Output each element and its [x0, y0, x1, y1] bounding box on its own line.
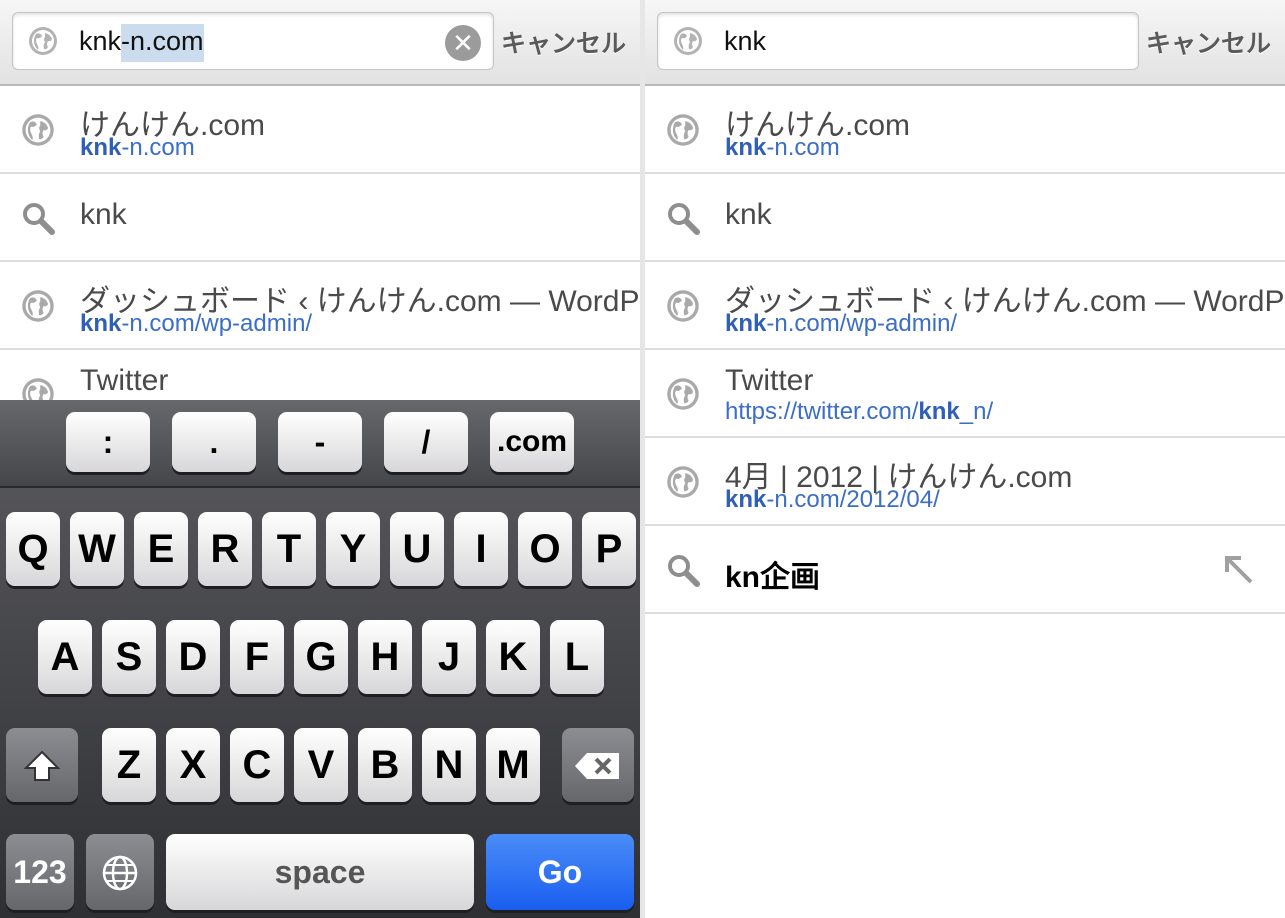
key-shortcut[interactable]: : — [66, 412, 150, 472]
right-screen: knk キャンセル けんけん.com knk-n.com knk ダッシュボード ‹ … — [645, 0, 1285, 918]
key-letter[interactable]: R — [198, 512, 252, 586]
key-letter[interactable]: Q — [6, 512, 60, 586]
key-letter[interactable]: J — [422, 620, 476, 694]
globe-icon — [665, 464, 701, 500]
suggestion-url: https://twitter.com/knk_n/ — [725, 398, 994, 425]
key-shortcut[interactable]: - — [278, 412, 362, 472]
suggestion-title: kn企画 — [725, 561, 821, 594]
space-key[interactable]: space — [166, 834, 474, 910]
key-letter[interactable]: G — [294, 620, 348, 694]
suggestion-title: knk — [80, 198, 127, 231]
suggestion-row[interactable]: 4月 | 2012 | けんけん.comknk-n.com/2012/04/ — [645, 438, 1285, 526]
key-letter[interactable]: H — [358, 620, 412, 694]
go-button[interactable]: Go — [486, 834, 634, 910]
key-letter[interactable]: Z — [102, 728, 156, 802]
key-letter[interactable]: Y — [326, 512, 380, 586]
key-letter[interactable]: A — [38, 620, 92, 694]
key-letter[interactable]: X — [166, 728, 220, 802]
suggestion-row[interactable]: knk — [0, 174, 640, 262]
shift-key[interactable] — [6, 728, 78, 802]
suggestion-row[interactable]: ダッシュボード ‹ けんけん.com — WordPress knk-n.com/… — [0, 262, 640, 350]
cancel-button[interactable]: キャンセル — [1146, 24, 1271, 60]
key-letter[interactable]: U — [390, 512, 444, 586]
key-letter[interactable]: T — [262, 512, 316, 586]
cancel-button[interactable]: キャンセル — [501, 24, 626, 60]
globe-icon — [20, 112, 56, 148]
search-bar: knk-n.com ✕ キャンセル — [0, 0, 640, 86]
suggestion-title: knk — [725, 198, 772, 231]
globe-icon — [665, 376, 701, 412]
suggestion-row[interactable]: knk — [645, 174, 1285, 262]
search-icon — [665, 552, 701, 588]
key-letter[interactable]: I — [454, 512, 508, 586]
suggestion-list: けんけん.com knk-n.com knk ダッシュボード ‹ けんけん.com —… — [645, 86, 1285, 614]
globe-icon — [674, 27, 702, 55]
suggestion-row[interactable]: けんけん.com knk-n.com — [645, 86, 1285, 174]
globe-icon — [20, 288, 56, 324]
address-field-text: knk-n.com — [79, 24, 204, 62]
key-letter[interactable]: W — [70, 512, 124, 586]
numbers-key[interactable]: 123 — [6, 834, 74, 910]
key-letter[interactable]: L — [550, 620, 604, 694]
address-field[interactable]: knk — [657, 12, 1139, 70]
keyboard: :. - / .com Q W E R T Y U I O P A S D F G H J K L Z X C V B N M 123 spa… — [0, 400, 640, 918]
suggestion-title: Twitter — [725, 364, 814, 397]
key-shortcut[interactable]: / — [384, 412, 468, 472]
globe-icon — [665, 288, 701, 324]
selected-text: -n.com — [121, 24, 204, 62]
key-letter[interactable]: N — [422, 728, 476, 802]
search-icon — [665, 200, 701, 236]
key-letter[interactable]: O — [518, 512, 572, 586]
key-letter[interactable]: C — [230, 728, 284, 802]
left-screen: knk-n.com ✕ キャンセル けんけん.com knk-n.com knk ダッ… — [0, 0, 640, 918]
address-field[interactable]: knk-n.com ✕ — [12, 12, 494, 70]
key-shortcut[interactable]: . — [172, 412, 256, 472]
key-shortcut[interactable]: .com — [490, 412, 574, 472]
suggestion-row[interactable]: Twitterhttps://twitter.com/knk_n/ — [645, 350, 1285, 438]
key-letter[interactable]: E — [134, 512, 188, 586]
suggestion-url: knk-n.com/wp-admin/ — [725, 310, 958, 337]
suggestion-row[interactable]: ダッシュボード ‹ けんけん.com — WordPress knk-n.com/… — [645, 262, 1285, 350]
address-field-text: knk — [724, 26, 767, 56]
key-letter[interactable]: S — [102, 620, 156, 694]
key-letter[interactable]: V — [294, 728, 348, 802]
key-letter[interactable]: K — [486, 620, 540, 694]
key-letter[interactable]: M — [486, 728, 540, 802]
globe-icon — [29, 27, 57, 55]
key-letter[interactable]: D — [166, 620, 220, 694]
suggestion-url: knk-n.com — [725, 134, 840, 161]
key-letter[interactable]: P — [582, 512, 636, 586]
suggestion-title: Twitter — [80, 364, 169, 397]
globe-icon — [665, 112, 701, 148]
suggestion-url: knk-n.com/wp-admin/ — [80, 310, 313, 337]
suggestion-url: knk-n.com — [80, 134, 195, 161]
search-icon — [20, 200, 56, 236]
suggestion-row[interactable]: kn企画 — [645, 526, 1285, 614]
suggestion-url: knk-n.com/2012/04/ — [725, 486, 940, 513]
backspace-key[interactable] — [562, 728, 634, 802]
autofill-arrow-icon[interactable] — [1221, 552, 1255, 586]
key-letter[interactable]: F — [230, 620, 284, 694]
search-bar: knk キャンセル — [645, 0, 1285, 86]
key-letter[interactable]: B — [358, 728, 412, 802]
suggestion-row[interactable]: けんけん.com knk-n.com — [0, 86, 640, 174]
clear-icon[interactable]: ✕ — [445, 25, 481, 61]
globe-keyboard-icon[interactable] — [86, 834, 154, 910]
